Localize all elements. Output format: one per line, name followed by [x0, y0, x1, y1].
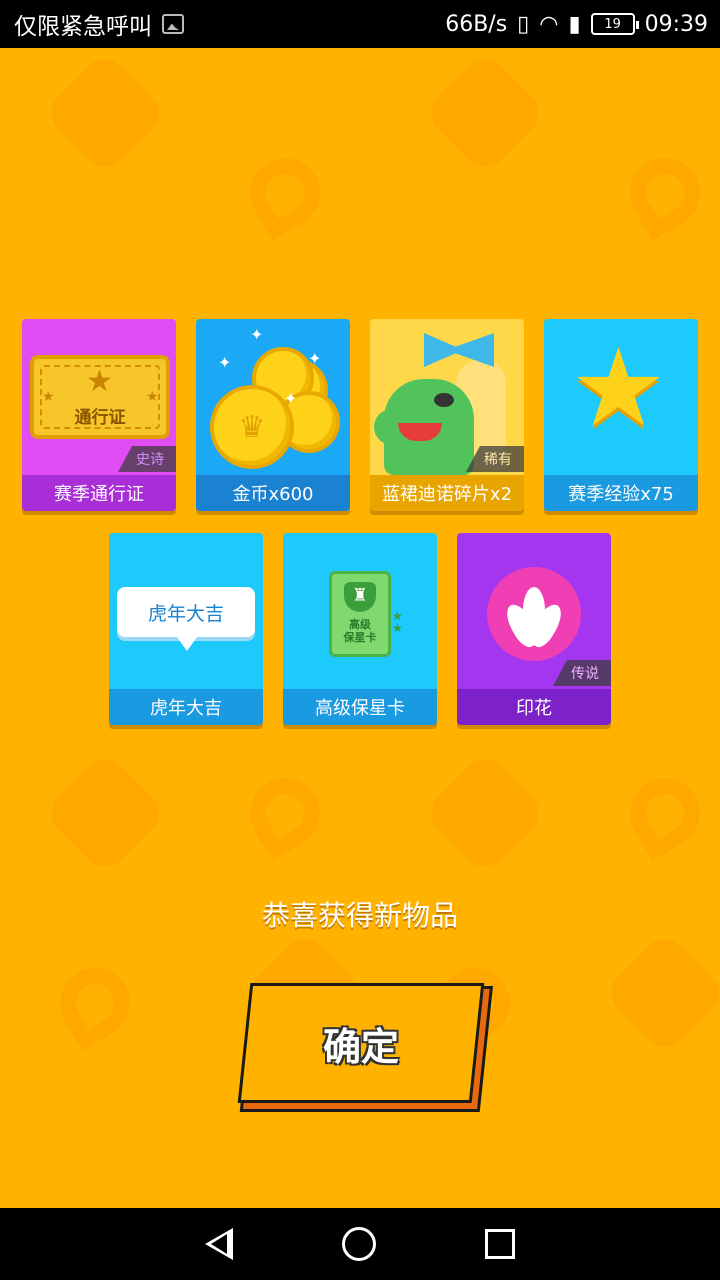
reward-row-1: ★ ★ ★ 通行证 史诗 赛季通行证 ♛ ✦ ✦ ✦ ✦ 金币x600 稀有 蓝… [22, 319, 698, 511]
reward-card-tiger-year[interactable]: 虎年大吉 虎年大吉 [109, 533, 263, 725]
carrier-text: 仅限紧急呼叫 [14, 14, 152, 40]
bg-heart-shape [601, 929, 720, 1057]
shield-card-text: 高级 保星卡 [343, 618, 377, 644]
status-bar: 仅限紧急呼叫 66B/s ▯ ◠ ▮ 19 09:39 [0, 0, 720, 48]
network-speed: 66B/s [445, 11, 508, 37]
battery-level: 19 [604, 16, 621, 32]
card-label: 虎年大吉 [109, 689, 263, 725]
bg-question-shape [237, 145, 333, 241]
bg-heart-shape [41, 49, 169, 177]
bg-heart-shape [41, 749, 169, 877]
shield-card-icon: ♜ 高级 保星卡 ★ ★ [329, 571, 403, 657]
sparkle-icon: ✦ [218, 353, 232, 372]
clock: 09:39 [644, 11, 708, 37]
card-label: 赛季通行证 [22, 475, 176, 511]
crown-coin: ♛ [210, 385, 294, 469]
petal [523, 587, 545, 633]
home-icon[interactable] [341, 1227, 376, 1261]
reward-card-stamp[interactable]: 传说 印花 [457, 533, 611, 725]
reward-card-season-pass[interactable]: ★ ★ ★ 通行证 史诗 赛季通行证 [22, 319, 176, 511]
status-left: 仅限紧急呼叫 [14, 7, 184, 41]
dino-bow [424, 333, 494, 367]
star-icon: ★ ★ [392, 609, 403, 635]
reward-card-coins[interactable]: ♛ ✦ ✦ ✦ ✦ 金币x600 [196, 319, 350, 511]
card-label: 金币x600 [196, 475, 350, 511]
wifi-icon: ◠ [539, 11, 559, 37]
card-label: 赛季经验x75 [544, 475, 698, 511]
bg-heart-shape [421, 749, 549, 877]
star-icon: ★ [570, 326, 667, 451]
shield-icon: ♜ [344, 582, 376, 612]
sparkle-icon: ✦ [250, 325, 264, 344]
bg-question-shape [617, 145, 713, 241]
image-notification-icon [162, 14, 184, 34]
bg-heart-shape [421, 49, 549, 177]
reward-card-star-protect[interactable]: ♜ 高级 保星卡 ★ ★ 高级保星卡 [283, 533, 437, 725]
reward-card-dino-shard[interactable]: 稀有 蓝裙迪诺碎片x2 [370, 319, 524, 511]
sim-icon: ▮ [568, 11, 581, 37]
coins-icon: ♛ ✦ ✦ ✦ ✦ [196, 319, 350, 475]
reward-row-2: 虎年大吉 虎年大吉 ♜ 高级 保星卡 ★ ★ 高级保星卡 传说 印花 [109, 533, 611, 725]
flower-stamp-icon [487, 567, 581, 661]
ticket-icon: ★ ★ ★ 通行证 [30, 355, 170, 439]
status-right: 66B/s ▯ ◠ ▮ 19 09:39 [445, 12, 708, 37]
speech-bubble-icon: 虎年大吉 [117, 587, 255, 651]
sparkle-icon: ✦ [284, 389, 298, 408]
back-icon[interactable] [204, 1228, 233, 1260]
bubble-text: 虎年大吉 [147, 602, 224, 625]
battery-icon: 19 [590, 13, 639, 35]
vibrate-icon: ▯ [517, 11, 530, 37]
bg-question-shape [617, 765, 713, 861]
card-art: 虎年大吉 [109, 533, 263, 689]
reward-card-season-xp[interactable]: ★ 赛季经验x75 [544, 319, 698, 511]
confirm-label: 确定 [322, 1024, 399, 1069]
congrats-message: 恭喜获得新物品 [261, 899, 458, 932]
card-art: ★ [544, 319, 698, 475]
bg-question-shape [237, 765, 333, 861]
sparkle-icon: ✦ [308, 349, 322, 368]
star-icon: ★ [86, 364, 113, 399]
card-label: 高级保星卡 [283, 689, 437, 725]
card-art: ♜ 高级 保星卡 ★ ★ [283, 533, 437, 689]
card-label: 印花 [457, 689, 611, 725]
bg-question-shape [47, 955, 143, 1051]
ticket-text: 通行证 [74, 408, 126, 428]
navigation-bar [0, 1208, 720, 1280]
confirm-button[interactable]: 确定 [237, 983, 485, 1103]
dino-eye [434, 393, 454, 407]
recent-apps-icon[interactable] [485, 1229, 516, 1259]
card-label: 蓝裙迪诺碎片x2 [370, 475, 524, 511]
